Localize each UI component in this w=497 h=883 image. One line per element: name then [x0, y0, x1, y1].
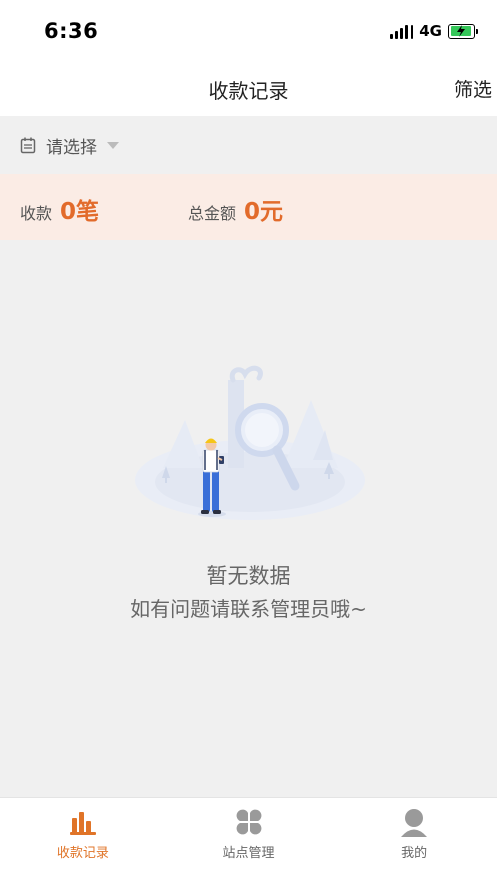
battery-icon [448, 23, 478, 39]
filter-button[interactable]: 筛选 [454, 75, 492, 102]
tab-label: 我的 [401, 846, 428, 861]
status-time: 6:36 [44, 19, 99, 43]
tab-bar: 收款记录 站点管理 我的 [0, 797, 497, 883]
empty-state-illustration [135, 365, 365, 520]
caret-down-icon [107, 141, 119, 149]
summary-bar: 收款 0笔 总金额 0元 [0, 174, 497, 240]
tab-label: 收款记录 [56, 846, 109, 861]
selector-placeholder: 请选择 [46, 137, 97, 158]
bar-chart-icon [69, 812, 96, 835]
four-petal-grid-icon [236, 809, 261, 835]
count-summary: 收款 0笔 [20, 192, 99, 226]
status-indicators: 4G [390, 22, 478, 40]
date-selector[interactable]: 请选择 [0, 116, 497, 174]
amount-summary: 总金额 0元 [188, 192, 283, 226]
screen: 6:36 4G 收款记录 筛选 请选择 收款 0笔 总金额 0元 暂无数据 如有… [0, 0, 497, 883]
tab-payment-records[interactable]: 收款记录 [0, 798, 166, 883]
count-label: 收款 [20, 204, 53, 223]
tab-mine[interactable]: 我的 [331, 798, 497, 883]
amount-label: 总金额 [188, 204, 237, 223]
count-value: 0笔 [60, 199, 100, 225]
person-icon [401, 809, 428, 837]
status-bar: 6:36 4G [0, 0, 497, 62]
nav-bar: 收款记录 筛选 [0, 62, 497, 116]
signal-icon [390, 23, 414, 39]
calendar-icon [20, 137, 36, 153]
page-title: 收款记录 [208, 79, 289, 103]
empty-state-subtitle: 如有问题请联系管理员哦~ [130, 597, 367, 621]
empty-state-title: 暂无数据 [206, 564, 291, 588]
tab-site-management[interactable]: 站点管理 [166, 798, 332, 883]
amount-value: 0元 [244, 199, 284, 225]
tab-label: 站点管理 [222, 846, 275, 861]
network-label: 4G [419, 22, 442, 40]
